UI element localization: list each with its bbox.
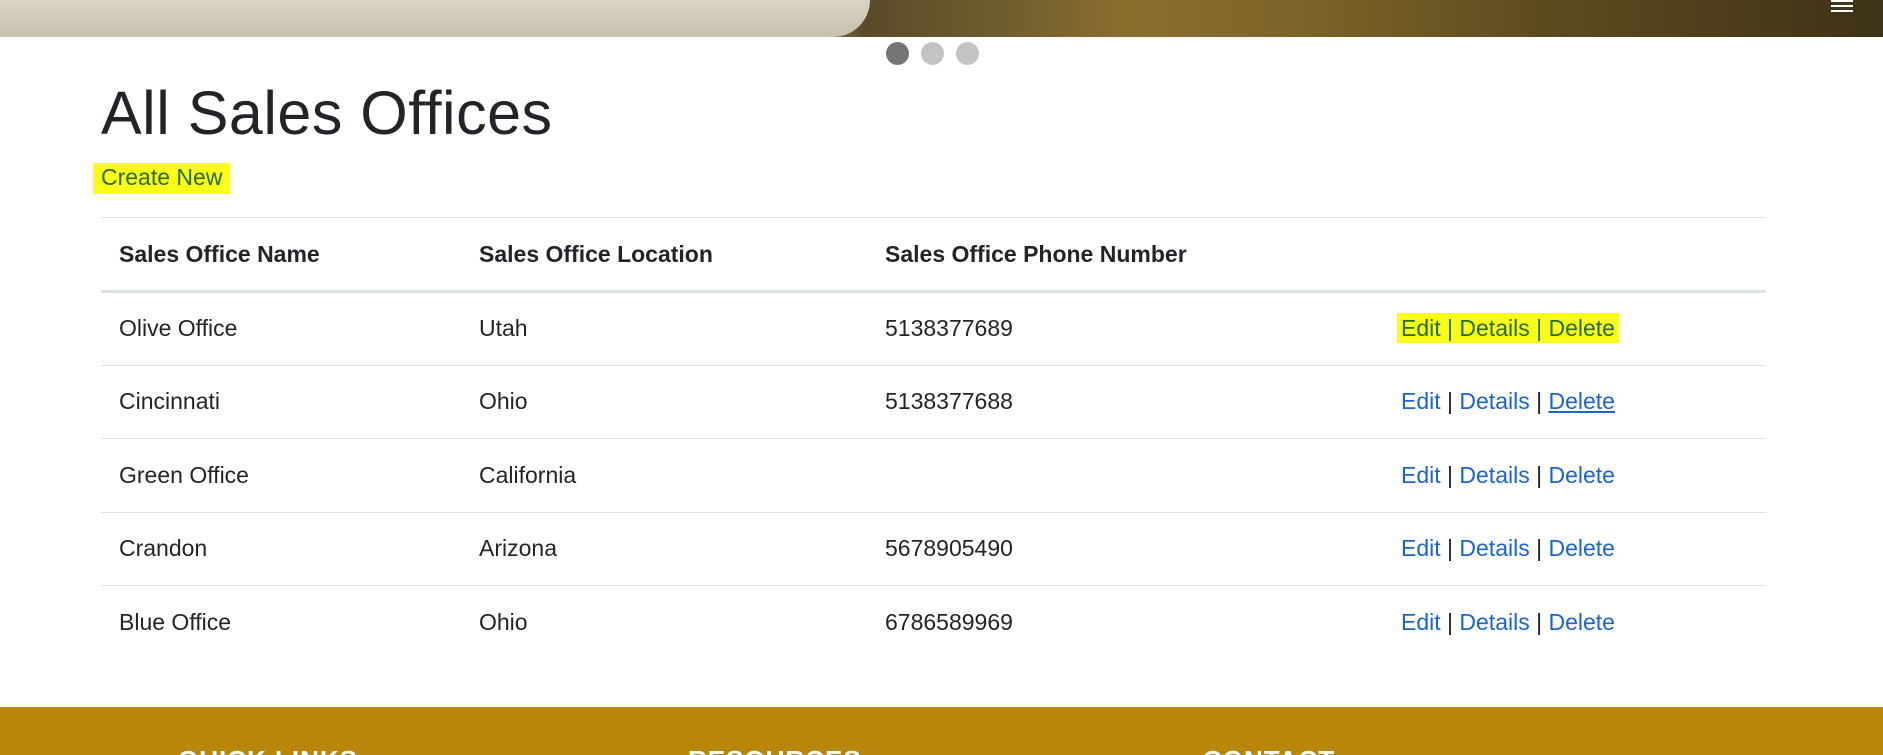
cell-office-location: Ohio: [479, 388, 528, 415]
row-actions: Edit | Details | Delete: [1401, 535, 1615, 562]
details-link[interactable]: Details: [1459, 535, 1529, 561]
row-actions: Edit | Details | Delete: [1401, 388, 1615, 415]
details-link[interactable]: Details: [1459, 315, 1529, 341]
header-office-location: Sales Office Location: [479, 240, 713, 267]
cell-office-location: California: [479, 461, 577, 488]
edit-link[interactable]: Edit: [1401, 609, 1441, 635]
delete-link[interactable]: Delete: [1548, 609, 1614, 635]
details-link[interactable]: Details: [1459, 609, 1529, 635]
cell-office-phone: 5138377689: [885, 315, 1013, 342]
cell-office-name: Green Office: [119, 461, 249, 488]
footer-heading-contact: CONTACT: [1203, 745, 1335, 755]
cell-office-location: Utah: [479, 315, 528, 342]
footer-heading-resources: RESOURCES: [688, 745, 862, 755]
sales-offices-table: Sales Office Name Sales Office Location …: [101, 217, 1766, 659]
cell-office-phone: 5678905490: [885, 535, 1013, 562]
hero-banner: [0, 0, 1883, 37]
cell-office-phone: 6786589969: [885, 609, 1013, 635]
cell-office-name: Olive Office: [119, 315, 238, 342]
delete-link[interactable]: Delete: [1548, 462, 1614, 488]
cell-office-location: Ohio: [479, 609, 528, 635]
carousel-dot-2[interactable]: [921, 42, 944, 65]
row-actions: Edit | Details | Delete: [1401, 609, 1615, 635]
cell-office-location: Arizona: [479, 535, 557, 562]
header-office-name: Sales Office Name: [119, 240, 320, 267]
cell-office-phone: 5138377688: [885, 388, 1013, 415]
hero-image-road: [0, 0, 870, 37]
table-header-row: Sales Office Name Sales Office Location …: [101, 217, 1766, 292]
header-office-phone: Sales Office Phone Number: [885, 240, 1187, 267]
cell-office-name: Blue Office: [119, 609, 232, 635]
delete-link[interactable]: Delete: [1548, 315, 1614, 341]
table-row: Blue Office Ohio 6786589969 Edit | Detai…: [101, 586, 1766, 660]
hamburger-menu-icon[interactable]: [1831, 0, 1853, 14]
table-row: Olive Office Utah 5138377689 Edit | Deta…: [101, 292, 1766, 366]
footer-heading-quick-links: QUICK LINKS: [178, 745, 358, 755]
table-row: Cincinnati Ohio 5138377688 Edit | Detail…: [101, 365, 1766, 439]
carousel-dot-1[interactable]: [886, 42, 909, 65]
header-actions: [1383, 218, 1766, 292]
edit-link[interactable]: Edit: [1401, 388, 1441, 414]
details-link[interactable]: Details: [1459, 388, 1529, 414]
table-row: Crandon Arizona 5678905490 Edit | Detail…: [101, 512, 1766, 586]
table-row: Green Office California Edit | Details |…: [101, 439, 1766, 513]
cell-office-phone: [867, 439, 1383, 513]
details-link[interactable]: Details: [1459, 462, 1529, 488]
row-actions: Edit | Details | Delete: [1401, 461, 1615, 488]
edit-link[interactable]: Edit: [1401, 535, 1441, 561]
carousel-dot-3[interactable]: [956, 42, 979, 65]
create-new-link[interactable]: Create New: [93, 163, 231, 194]
edit-link[interactable]: Edit: [1401, 462, 1441, 488]
footer: QUICK LINKS RESOURCES CONTACT: [0, 707, 1883, 755]
carousel-indicators: [886, 42, 979, 65]
cell-office-name: Cincinnati: [119, 388, 220, 415]
delete-link[interactable]: Delete: [1548, 535, 1614, 561]
delete-link[interactable]: Delete: [1548, 388, 1614, 414]
cell-office-name: Crandon: [119, 535, 208, 562]
page-title: All Sales Offices: [101, 79, 553, 147]
row-actions: Edit | Details | Delete: [1383, 292, 1766, 366]
edit-link[interactable]: Edit: [1401, 315, 1441, 341]
